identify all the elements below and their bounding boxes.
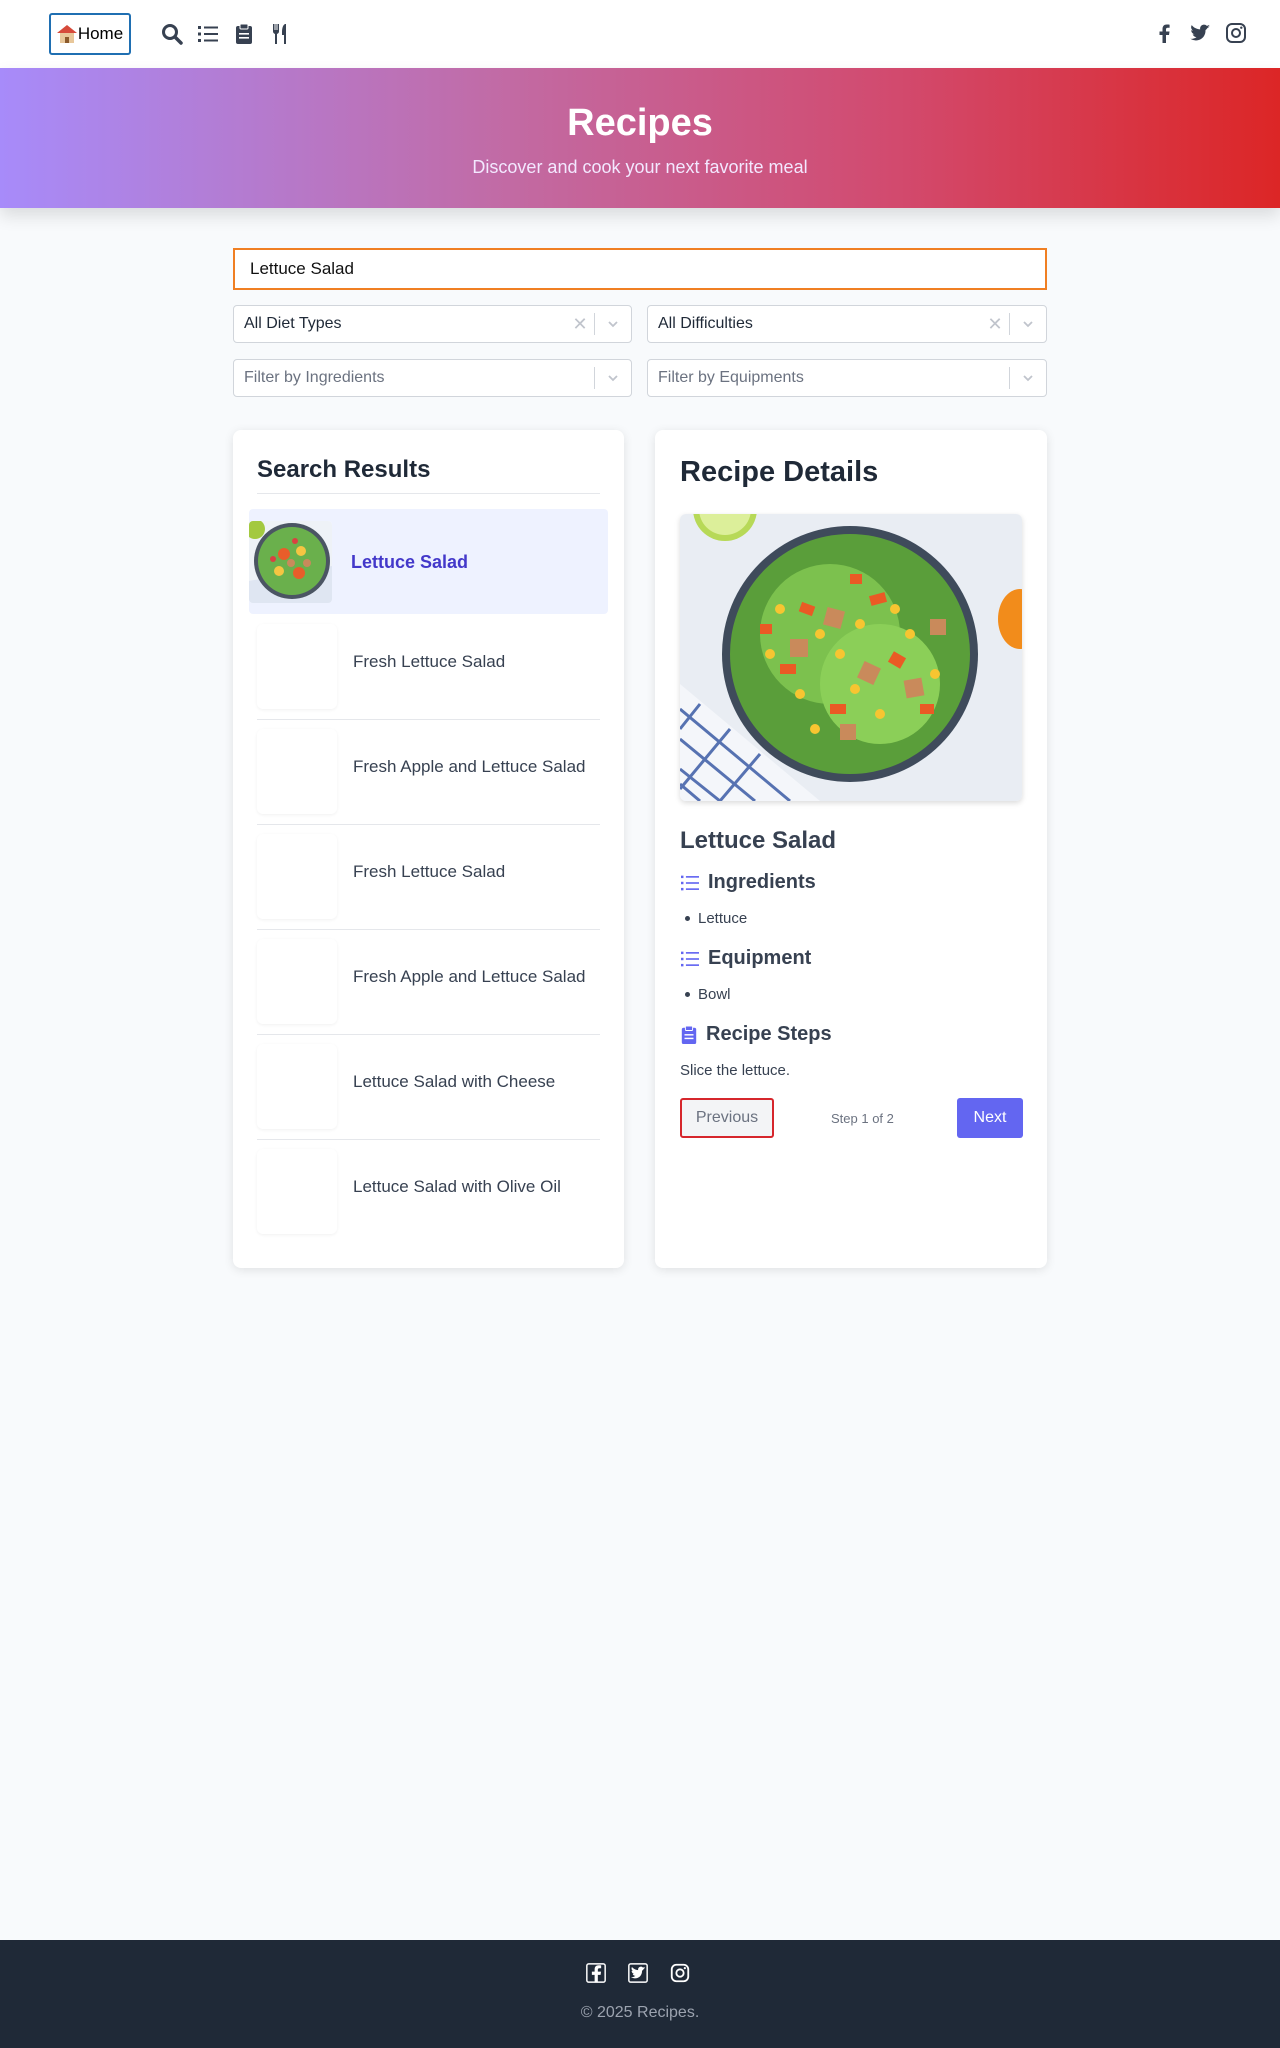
ingredients-heading: Ingredients bbox=[680, 871, 816, 894]
chevron-down-icon[interactable] bbox=[595, 317, 631, 331]
previous-step-button[interactable]: Previous bbox=[680, 1098, 774, 1138]
list-icon bbox=[681, 951, 699, 966]
result-thumbnail bbox=[257, 834, 337, 919]
chevron-down-icon[interactable] bbox=[1010, 317, 1046, 331]
result-title[interactable]: Fresh Apple and Lettuce Salad bbox=[353, 963, 599, 990]
equipment-heading-label: Equipment bbox=[708, 947, 812, 969]
step-counter: Step 1 of 2 bbox=[831, 1111, 894, 1126]
ingredients-heading-label: Ingredients bbox=[708, 871, 816, 893]
chevron-down-icon[interactable] bbox=[1010, 371, 1046, 385]
recipe-steps-heading-label: Recipe Steps bbox=[706, 1023, 832, 1045]
result-thumbnail bbox=[257, 1149, 337, 1234]
results-title: Search Results bbox=[257, 456, 431, 483]
result-thumbnail bbox=[257, 624, 337, 709]
next-step-button[interactable]: Next bbox=[957, 1098, 1023, 1138]
recipe-details-panel: Recipe Details Lettuce Salad Ingredients… bbox=[655, 430, 1047, 1268]
result-title[interactable]: Lettuce Salad with Olive Oil bbox=[353, 1173, 599, 1200]
recipe-steps-heading: Recipe Steps bbox=[680, 1023, 832, 1046]
footer-social-links bbox=[585, 1962, 691, 1984]
search-results-panel: Search Results Lettuce Salad Fresh Lettu… bbox=[233, 430, 624, 1268]
details-title: Recipe Details bbox=[680, 456, 879, 488]
diet-type-value: All Diet Types bbox=[244, 315, 342, 332]
result-item-selected[interactable]: Lettuce Salad bbox=[249, 509, 608, 614]
equipment-placeholder: Filter by Equipments bbox=[658, 369, 804, 386]
page-title: Recipes bbox=[567, 102, 713, 144]
footer: © 2025 Recipes. bbox=[0, 1940, 1280, 2048]
result-item[interactable]: Lettuce Salad with Olive Oil bbox=[249, 1139, 608, 1244]
facebook-icon[interactable] bbox=[585, 1962, 607, 1984]
result-item[interactable]: Fresh Lettuce Salad bbox=[249, 824, 608, 930]
twitter-icon[interactable] bbox=[627, 1962, 649, 1984]
results-divider bbox=[257, 493, 600, 494]
copyright-text: © 2025 Recipes. bbox=[580, 2004, 700, 2021]
ingredient-item: Lettuce bbox=[685, 910, 747, 927]
facebook-icon[interactable] bbox=[1152, 21, 1176, 45]
top-nav: Home bbox=[0, 0, 1280, 68]
result-thumbnail bbox=[257, 1044, 337, 1129]
clipboard-icon bbox=[681, 1025, 697, 1044]
result-item[interactable]: Fresh Lettuce Salad bbox=[249, 614, 608, 720]
clipboard-icon[interactable] bbox=[232, 22, 256, 46]
diet-type-select[interactable]: All Diet Types ✕ bbox=[233, 305, 632, 343]
result-item[interactable]: Fresh Apple and Lettuce Salad bbox=[249, 929, 608, 1035]
equipment-filter[interactable]: Filter by Equipments bbox=[647, 359, 1047, 397]
result-title[interactable]: Fresh Lettuce Salad bbox=[353, 648, 599, 675]
page-subtitle: Discover and cook your next favorite mea… bbox=[472, 157, 808, 177]
result-thumbnail bbox=[249, 521, 332, 603]
result-item[interactable]: Lettuce Salad with Cheese bbox=[249, 1034, 608, 1140]
recipe-image bbox=[680, 514, 1022, 801]
search-input[interactable] bbox=[233, 248, 1047, 290]
difficulty-value: All Difficulties bbox=[658, 315, 753, 332]
result-item[interactable]: Fresh Apple and Lettuce Salad bbox=[249, 719, 608, 825]
instagram-icon[interactable] bbox=[1224, 21, 1248, 45]
step-text: Slice the lettuce. bbox=[680, 1062, 791, 1079]
recipe-name: Lettuce Salad bbox=[680, 827, 837, 854]
twitter-icon[interactable] bbox=[1188, 21, 1212, 45]
difficulty-select[interactable]: All Difficulties ✕ bbox=[647, 305, 1047, 343]
result-title[interactable]: Fresh Lettuce Salad bbox=[353, 858, 599, 885]
result-title[interactable]: Lettuce Salad bbox=[351, 549, 608, 576]
list-icon[interactable] bbox=[196, 22, 220, 46]
house-icon bbox=[56, 25, 77, 43]
result-title[interactable]: Fresh Apple and Lettuce Salad bbox=[353, 753, 599, 780]
nav-icon-bar bbox=[160, 22, 292, 46]
search-icon[interactable] bbox=[160, 22, 184, 46]
home-label: Home bbox=[77, 24, 124, 43]
list-icon bbox=[681, 875, 699, 890]
result-thumbnail bbox=[257, 729, 337, 814]
chevron-down-icon[interactable] bbox=[595, 371, 631, 385]
home-button[interactable]: Home bbox=[49, 13, 131, 55]
utensils-icon[interactable] bbox=[268, 22, 292, 46]
social-links-top bbox=[1152, 21, 1248, 45]
hero-banner: Recipes Discover and cook your next favo… bbox=[0, 68, 1280, 208]
equipment-heading: Equipment bbox=[680, 947, 811, 970]
result-thumbnail bbox=[257, 939, 337, 1024]
ingredients-placeholder: Filter by Ingredients bbox=[244, 369, 385, 386]
equipment-item: Bowl bbox=[685, 986, 731, 1003]
instagram-icon[interactable] bbox=[669, 1962, 691, 1984]
result-title[interactable]: Lettuce Salad with Cheese bbox=[353, 1068, 599, 1095]
clear-icon[interactable]: ✕ bbox=[566, 314, 594, 335]
clear-icon[interactable]: ✕ bbox=[981, 314, 1009, 335]
ingredients-filter[interactable]: Filter by Ingredients bbox=[233, 359, 632, 397]
